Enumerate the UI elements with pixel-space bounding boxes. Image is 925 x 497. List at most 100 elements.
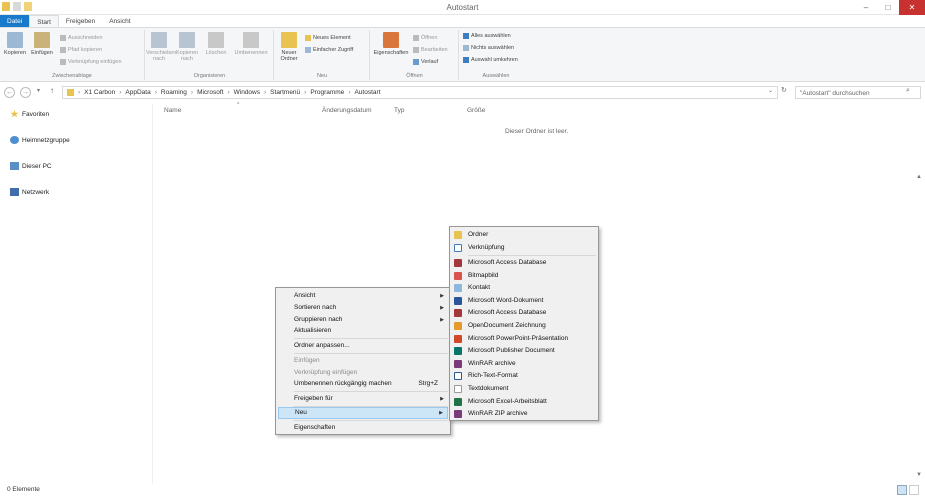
folder-icon: [454, 231, 462, 239]
breadcrumb-item[interactable]: Roaming: [161, 89, 187, 96]
search-icon[interactable]: ⌕: [906, 87, 910, 95]
easy-access-button[interactable]: Einfacher Zugriff: [305, 47, 353, 53]
menu-item-refresh[interactable]: Aktualisieren: [278, 325, 448, 337]
back-button[interactable]: ←: [4, 87, 15, 98]
tab-start[interactable]: Start: [29, 15, 59, 27]
refresh-icon[interactable]: ↻: [781, 86, 787, 94]
minimize-button[interactable]: –: [855, 0, 877, 15]
invert-selection-button[interactable]: Auswahl umkehren: [463, 57, 518, 63]
tab-share[interactable]: Freigeben: [59, 15, 102, 27]
history-button[interactable]: Verlauf: [413, 59, 438, 65]
window-title: Autostart: [446, 3, 479, 12]
copy-button[interactable]: Kopieren: [3, 32, 27, 56]
breadcrumb-item[interactable]: Programme: [310, 89, 344, 96]
up-button[interactable]: ↑: [50, 86, 54, 95]
cut-button[interactable]: Ausschneiden: [60, 35, 103, 41]
new-odg-item[interactable]: OpenDocument Zeichnung: [452, 320, 596, 333]
new-folder-button[interactable]: Neuer Ordner: [277, 32, 301, 62]
details-view-button[interactable]: [897, 485, 907, 495]
select-none-button[interactable]: Nichts auswählen: [463, 45, 514, 51]
paste-shortcut-button[interactable]: Verknüpfung einfügen: [60, 59, 122, 65]
history-dropdown-icon[interactable]: ▾: [37, 87, 40, 94]
breadcrumb-item[interactable]: Windows: [234, 89, 260, 96]
paste-button[interactable]: Einfügen: [29, 32, 55, 56]
folder-icon: [281, 32, 297, 48]
history-icon: [413, 59, 419, 65]
menu-item-paste[interactable]: Einfügen: [278, 355, 448, 367]
scroll-down-icon[interactable]: ▼: [916, 472, 922, 478]
new-winrar-zip-item[interactable]: WinRAR ZIP archive: [452, 408, 596, 421]
tab-view[interactable]: Ansicht: [102, 15, 137, 27]
column-headers: Name ^ Änderungsdatum Typ Größe: [155, 102, 915, 118]
scroll-up-icon[interactable]: ▲: [916, 174, 922, 180]
copy-path-button[interactable]: Pfad kopieren: [60, 47, 102, 53]
new-access-db-item[interactable]: Microsoft Access Database: [452, 257, 596, 270]
new-folder-item[interactable]: Ordner: [452, 229, 596, 242]
nav-favorites[interactable]: Favoriten: [10, 110, 49, 118]
nav-this-pc[interactable]: Dieser PC: [10, 162, 52, 170]
new-shortcut-item[interactable]: Verknüpfung: [452, 242, 596, 255]
new-rtf-item[interactable]: Rich-Text-Format: [452, 370, 596, 383]
easy-access-icon: [305, 47, 311, 53]
column-type[interactable]: Typ: [394, 107, 404, 114]
group-label: Zwischenablage: [52, 73, 92, 79]
menu-item-customize-folder[interactable]: Ordner anpassen...: [278, 340, 448, 352]
rtf-icon: [454, 372, 462, 381]
breadcrumb-item[interactable]: Startmenü: [270, 89, 300, 96]
breadcrumb-item[interactable]: Autostart: [354, 89, 380, 96]
access-icon: [454, 309, 462, 318]
address-bar[interactable]: › X1 Carbon › AppData › Roaming › Microsoft…: [62, 86, 778, 99]
column-name[interactable]: Name: [164, 107, 181, 114]
select-all-button[interactable]: Alles auswählen: [463, 33, 511, 39]
menu-item-properties[interactable]: Eigenschaften: [278, 422, 448, 434]
new-bitmap-item[interactable]: Bitmapbild: [452, 270, 596, 283]
breadcrumb-item[interactable]: X1 Carbon: [84, 89, 115, 96]
menu-item-sort-by[interactable]: Sortieren nach ▶: [278, 302, 448, 314]
breadcrumb-item[interactable]: Microsoft: [197, 89, 223, 96]
open-button[interactable]: Öffnen: [413, 35, 437, 41]
copy-to-icon: [179, 32, 195, 48]
shortcut-text: Strg+Z: [418, 380, 438, 387]
new-publisher-item[interactable]: Microsoft Publisher Document: [452, 345, 596, 358]
new-contact-item[interactable]: Kontakt: [452, 282, 596, 295]
move-to-button[interactable]: Verschieben nach: [146, 32, 176, 62]
rename-button[interactable]: Umbenennen: [232, 32, 270, 56]
menu-item-view[interactable]: Ansicht ▶: [278, 290, 448, 302]
bitmap-icon: [454, 271, 462, 280]
breadcrumb-item[interactable]: AppData: [125, 89, 150, 96]
tab-file[interactable]: Datei: [0, 15, 30, 27]
new-item-button[interactable]: Neues Element: [305, 35, 351, 41]
edit-button[interactable]: Bearbeiten: [413, 47, 448, 53]
scrollbar[interactable]: ▲ ▼: [915, 101, 925, 484]
search-input[interactable]: "Autostart" durchsuchen: [795, 86, 921, 99]
menu-separator: [294, 420, 448, 421]
new-text-item[interactable]: Textdokument: [452, 383, 596, 396]
group-label: Auswählen: [482, 73, 510, 79]
powerpoint-icon: [454, 334, 462, 343]
menu-item-new[interactable]: Neu ▶: [278, 407, 448, 419]
column-date[interactable]: Änderungsdatum: [322, 107, 372, 114]
clipboard-group: Kopieren Einfügen Ausschneiden Pfad kopi…: [0, 30, 145, 80]
nav-network[interactable]: Netzwerk: [10, 188, 49, 196]
properties-button[interactable]: Eigenschaften: [371, 32, 411, 56]
new-powerpoint-item[interactable]: Microsoft PowerPoint-Präsentation: [452, 333, 596, 346]
column-size[interactable]: Größe: [467, 107, 485, 114]
new-excel-item[interactable]: Microsoft Excel-Arbeitsblatt: [452, 396, 596, 409]
new-word-item[interactable]: Microsoft Word-Dokument: [452, 295, 596, 308]
menu-item-undo-rename[interactable]: Umbenennen rückgängig machen Strg+Z: [278, 378, 448, 390]
delete-button[interactable]: Löschen: [204, 32, 228, 56]
open-group: Eigenschaften Öffnen Bearbeiten Verlauf …: [371, 30, 459, 80]
path-icon: [60, 47, 66, 53]
maximize-button[interactable]: □: [877, 0, 899, 15]
new-submenu: Ordner Verknüpfung Microsoft Access Data…: [449, 226, 599, 421]
forward-button[interactable]: →: [20, 87, 31, 98]
menu-item-share-with[interactable]: Freigeben für ▶: [278, 393, 448, 405]
copy-to-button[interactable]: Kopieren nach: [174, 32, 200, 62]
new-winrar-item[interactable]: WinRAR archive: [452, 358, 596, 371]
ribbon-tabs: Datei Start Freigeben Ansicht: [0, 15, 925, 28]
close-button[interactable]: ✕: [899, 0, 925, 15]
address-dropdown-icon[interactable]: ⌄: [768, 87, 773, 94]
new-access-db-item-2[interactable]: Microsoft Access Database: [452, 307, 596, 320]
nav-homegroup[interactable]: Heimnetzgruppe: [10, 136, 70, 144]
large-icons-view-button[interactable]: [909, 485, 919, 495]
